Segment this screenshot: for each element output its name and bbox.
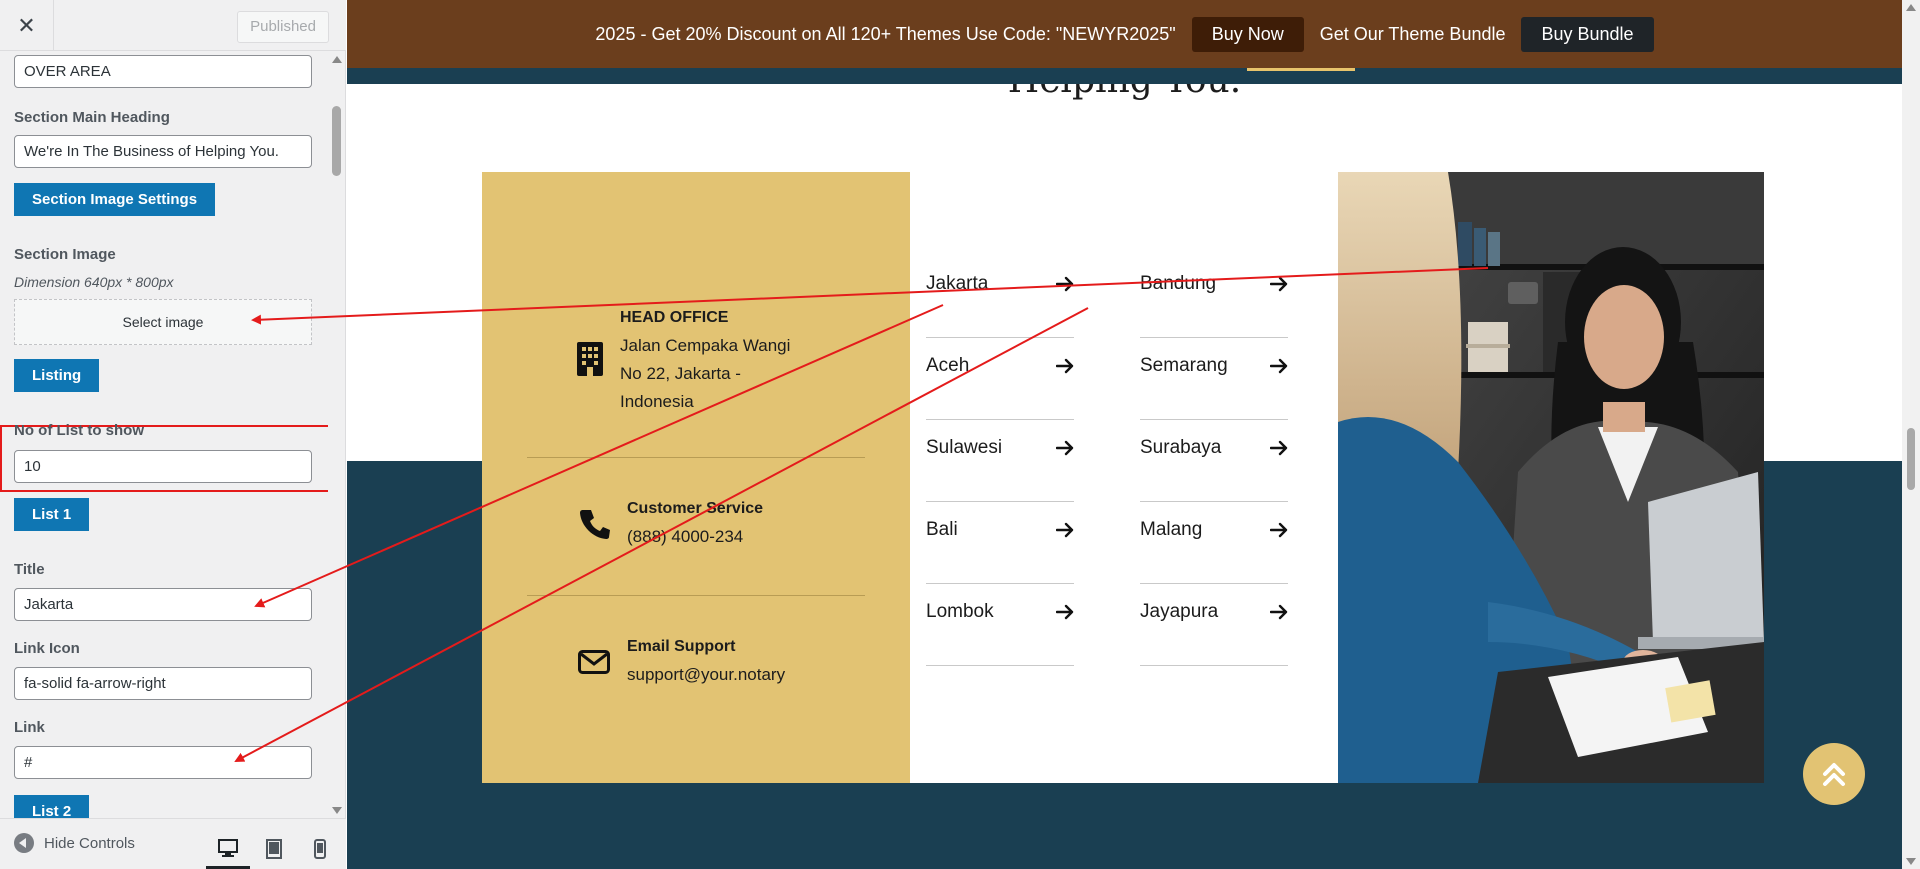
scroll-to-top-button[interactable] [1803, 743, 1865, 805]
section-image-label: Section Image [14, 246, 116, 263]
arrow-right-icon [1270, 276, 1288, 292]
city-link[interactable]: Surabaya [1140, 420, 1288, 502]
arrow-right-icon [1056, 276, 1074, 292]
arrow-right-icon [1270, 440, 1288, 456]
section-photo [1338, 172, 1764, 783]
divider [527, 457, 865, 458]
scrollbar-thumb[interactable] [1907, 428, 1915, 490]
city-name: Jakarta [926, 273, 989, 294]
header-accent [1247, 68, 1355, 71]
tablet-icon[interactable] [252, 829, 296, 869]
contact-line: No 22, Jakarta - [620, 364, 741, 383]
buy-bundle-button[interactable]: Buy Bundle [1521, 16, 1654, 52]
arrow-right-icon [1270, 358, 1288, 374]
scroll-up-icon[interactable] [332, 56, 342, 63]
double-chevron-up-icon [1823, 763, 1845, 786]
contact-line: Jalan Cempaka Wangi [620, 336, 791, 355]
scrollbar-thumb[interactable] [332, 106, 341, 176]
city-name: Semarang [1140, 355, 1228, 376]
arrow-right-icon [1056, 358, 1074, 374]
mobile-icon[interactable] [298, 829, 342, 869]
city-name: Sulawesi [926, 437, 1003, 458]
published-button[interactable]: Published [237, 11, 329, 43]
link-icon-input[interactable]: fa-solid fa-arrow-right [14, 667, 312, 700]
customizer-sidebar: ✕ Published OVER AREA Section Main Headi… [0, 0, 346, 869]
bundle-text: Get Our Theme Bundle [1319, 23, 1506, 44]
city-name: Bandung [1140, 273, 1217, 294]
sidebar-header: ✕ Published [0, 0, 346, 51]
city-list: Jakarta Aceh Sulawesi Bali Lombok Bandung Sema… [910, 172, 1338, 783]
city-link[interactable]: Aceh [926, 338, 1074, 420]
building-icon [577, 342, 603, 376]
promo-banner: 2025 - Get 20% Discount on All 120+ Them… [347, 0, 1902, 68]
select-image-button[interactable]: Select image [14, 299, 312, 345]
sidebar-footer: Hide Controls [0, 818, 346, 869]
over-area-input[interactable]: OVER AREA [14, 55, 312, 88]
city-name: Surabaya [1140, 437, 1222, 458]
header-strip [347, 68, 1902, 84]
divider [527, 595, 865, 596]
city-name: Bali [926, 519, 958, 540]
dimension-note: Dimension 640px * 800px [14, 274, 174, 290]
link-label: Link [14, 719, 45, 736]
section-main-heading-input[interactable]: We're In The Business of Helping You. [14, 135, 312, 168]
contact-line: Indonesia [620, 392, 694, 411]
arrow-right-icon [1270, 604, 1288, 620]
close-icon[interactable]: ✕ [0, 0, 54, 51]
contact-title: HEAD OFFICE [620, 309, 729, 326]
city-link[interactable]: Lombok [926, 584, 1074, 666]
arrow-right-icon [1056, 604, 1074, 620]
scroll-up-icon[interactable] [1906, 4, 1916, 11]
scroll-down-icon[interactable] [332, 807, 342, 814]
arrow-right-icon [1056, 522, 1074, 538]
title-input[interactable]: Jakarta [14, 588, 312, 621]
city-name: Lombok [926, 601, 994, 622]
hide-controls-label: Hide Controls [44, 834, 135, 852]
sidebar-controls: OVER AREA Section Main Heading We're In … [0, 52, 346, 818]
section-main-heading-label: Section Main Heading [14, 109, 170, 126]
section-image-settings-button[interactable]: Section Image Settings [14, 183, 216, 216]
contact-line: (888) 4000-234 [627, 527, 744, 546]
city-name: Aceh [926, 355, 970, 376]
contact-title: Email Support [627, 638, 736, 655]
link-icon-label: Link Icon [14, 640, 80, 657]
arrow-right-icon [1270, 522, 1288, 538]
city-name: Jayapura [1140, 601, 1219, 622]
sidebar-scrollbar[interactable] [328, 52, 345, 818]
contact-line: support@your.notary [627, 665, 786, 684]
site-preview: Helping You. 2025 - Get 20% Discount on … [347, 0, 1902, 869]
preview-scrollbar[interactable] [1902, 0, 1920, 869]
list-2-button[interactable]: List 2 [14, 795, 90, 818]
envelope-icon [578, 650, 610, 674]
city-link[interactable]: Bandung [1140, 256, 1288, 338]
city-name: Malang [1140, 519, 1203, 540]
office-meeting-photo [1338, 172, 1764, 783]
promo-text: 2025 - Get 20% Discount on All 120+ Them… [595, 23, 1176, 44]
scroll-down-icon[interactable] [1906, 858, 1916, 865]
list-count-input[interactable]: 10 [14, 450, 312, 483]
contact-card: HEAD OFFICE Jalan Cempaka Wangi No 22, J… [482, 172, 910, 783]
phone-icon [580, 510, 610, 539]
city-link[interactable]: Jakarta [926, 256, 1074, 338]
city-link[interactable]: Bali [926, 502, 1074, 584]
list-count-label: No of List to show [14, 422, 144, 439]
contact-title: Customer Service [627, 500, 764, 517]
city-link[interactable]: Jayapura [1140, 584, 1288, 666]
listing-button[interactable]: Listing [14, 359, 100, 392]
collapse-icon [14, 833, 34, 853]
arrow-right-icon [1056, 440, 1074, 456]
desktop-icon[interactable] [206, 829, 250, 869]
title-label: Title [14, 561, 45, 578]
buy-now-button[interactable]: Buy Now [1191, 16, 1304, 52]
list-1-button[interactable]: List 1 [14, 498, 90, 531]
city-link[interactable]: Semarang [1140, 338, 1288, 420]
hide-controls-button[interactable]: Hide Controls [14, 833, 135, 853]
city-link[interactable]: Malang [1140, 502, 1288, 584]
link-input[interactable]: # [14, 746, 312, 779]
city-link[interactable]: Sulawesi [926, 420, 1074, 502]
